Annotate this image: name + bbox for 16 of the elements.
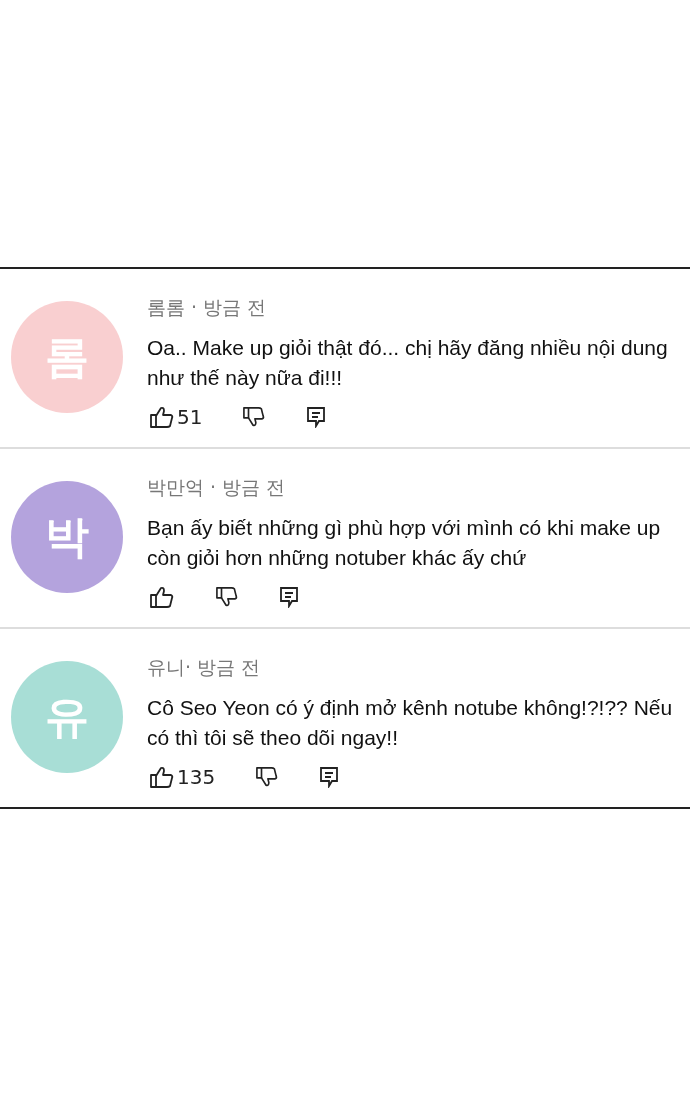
like-button[interactable]: 135 <box>147 763 218 791</box>
like-button[interactable]: 51 <box>147 403 205 431</box>
like-count: 51 <box>177 405 203 429</box>
avatar: 박 <box>11 481 123 593</box>
comment-text: Bạn ấy biết những gì phù hợp với mình có khi make up còn giỏi hơn những notuber khác ấy chứ <box>147 515 662 571</box>
thumbs-up-icon <box>149 765 175 789</box>
like-count: 135 <box>177 765 216 789</box>
thumbs-up-icon <box>149 405 175 429</box>
thumbs-up-icon <box>149 585 175 609</box>
reply-button[interactable] <box>277 584 301 610</box>
comment-text: Cô Seo Yeon có ý định mở kênh notube không!?!?? Nếu có thì tôi sẽ theo dõi ngay!! <box>147 695 674 751</box>
comment-meta: 유니· 방금 전 <box>147 655 262 680</box>
comment-meta: 박만억 · 방금 전 <box>147 475 287 500</box>
comment-text: Oa.. Make up giỏi thật đó... chị hãy đăng nhiều nội dung như thế này nữa đi!!! <box>147 335 669 391</box>
comment-meta: 롬롬 · 방금 전 <box>147 295 268 320</box>
avatar: 유 <box>11 661 123 773</box>
